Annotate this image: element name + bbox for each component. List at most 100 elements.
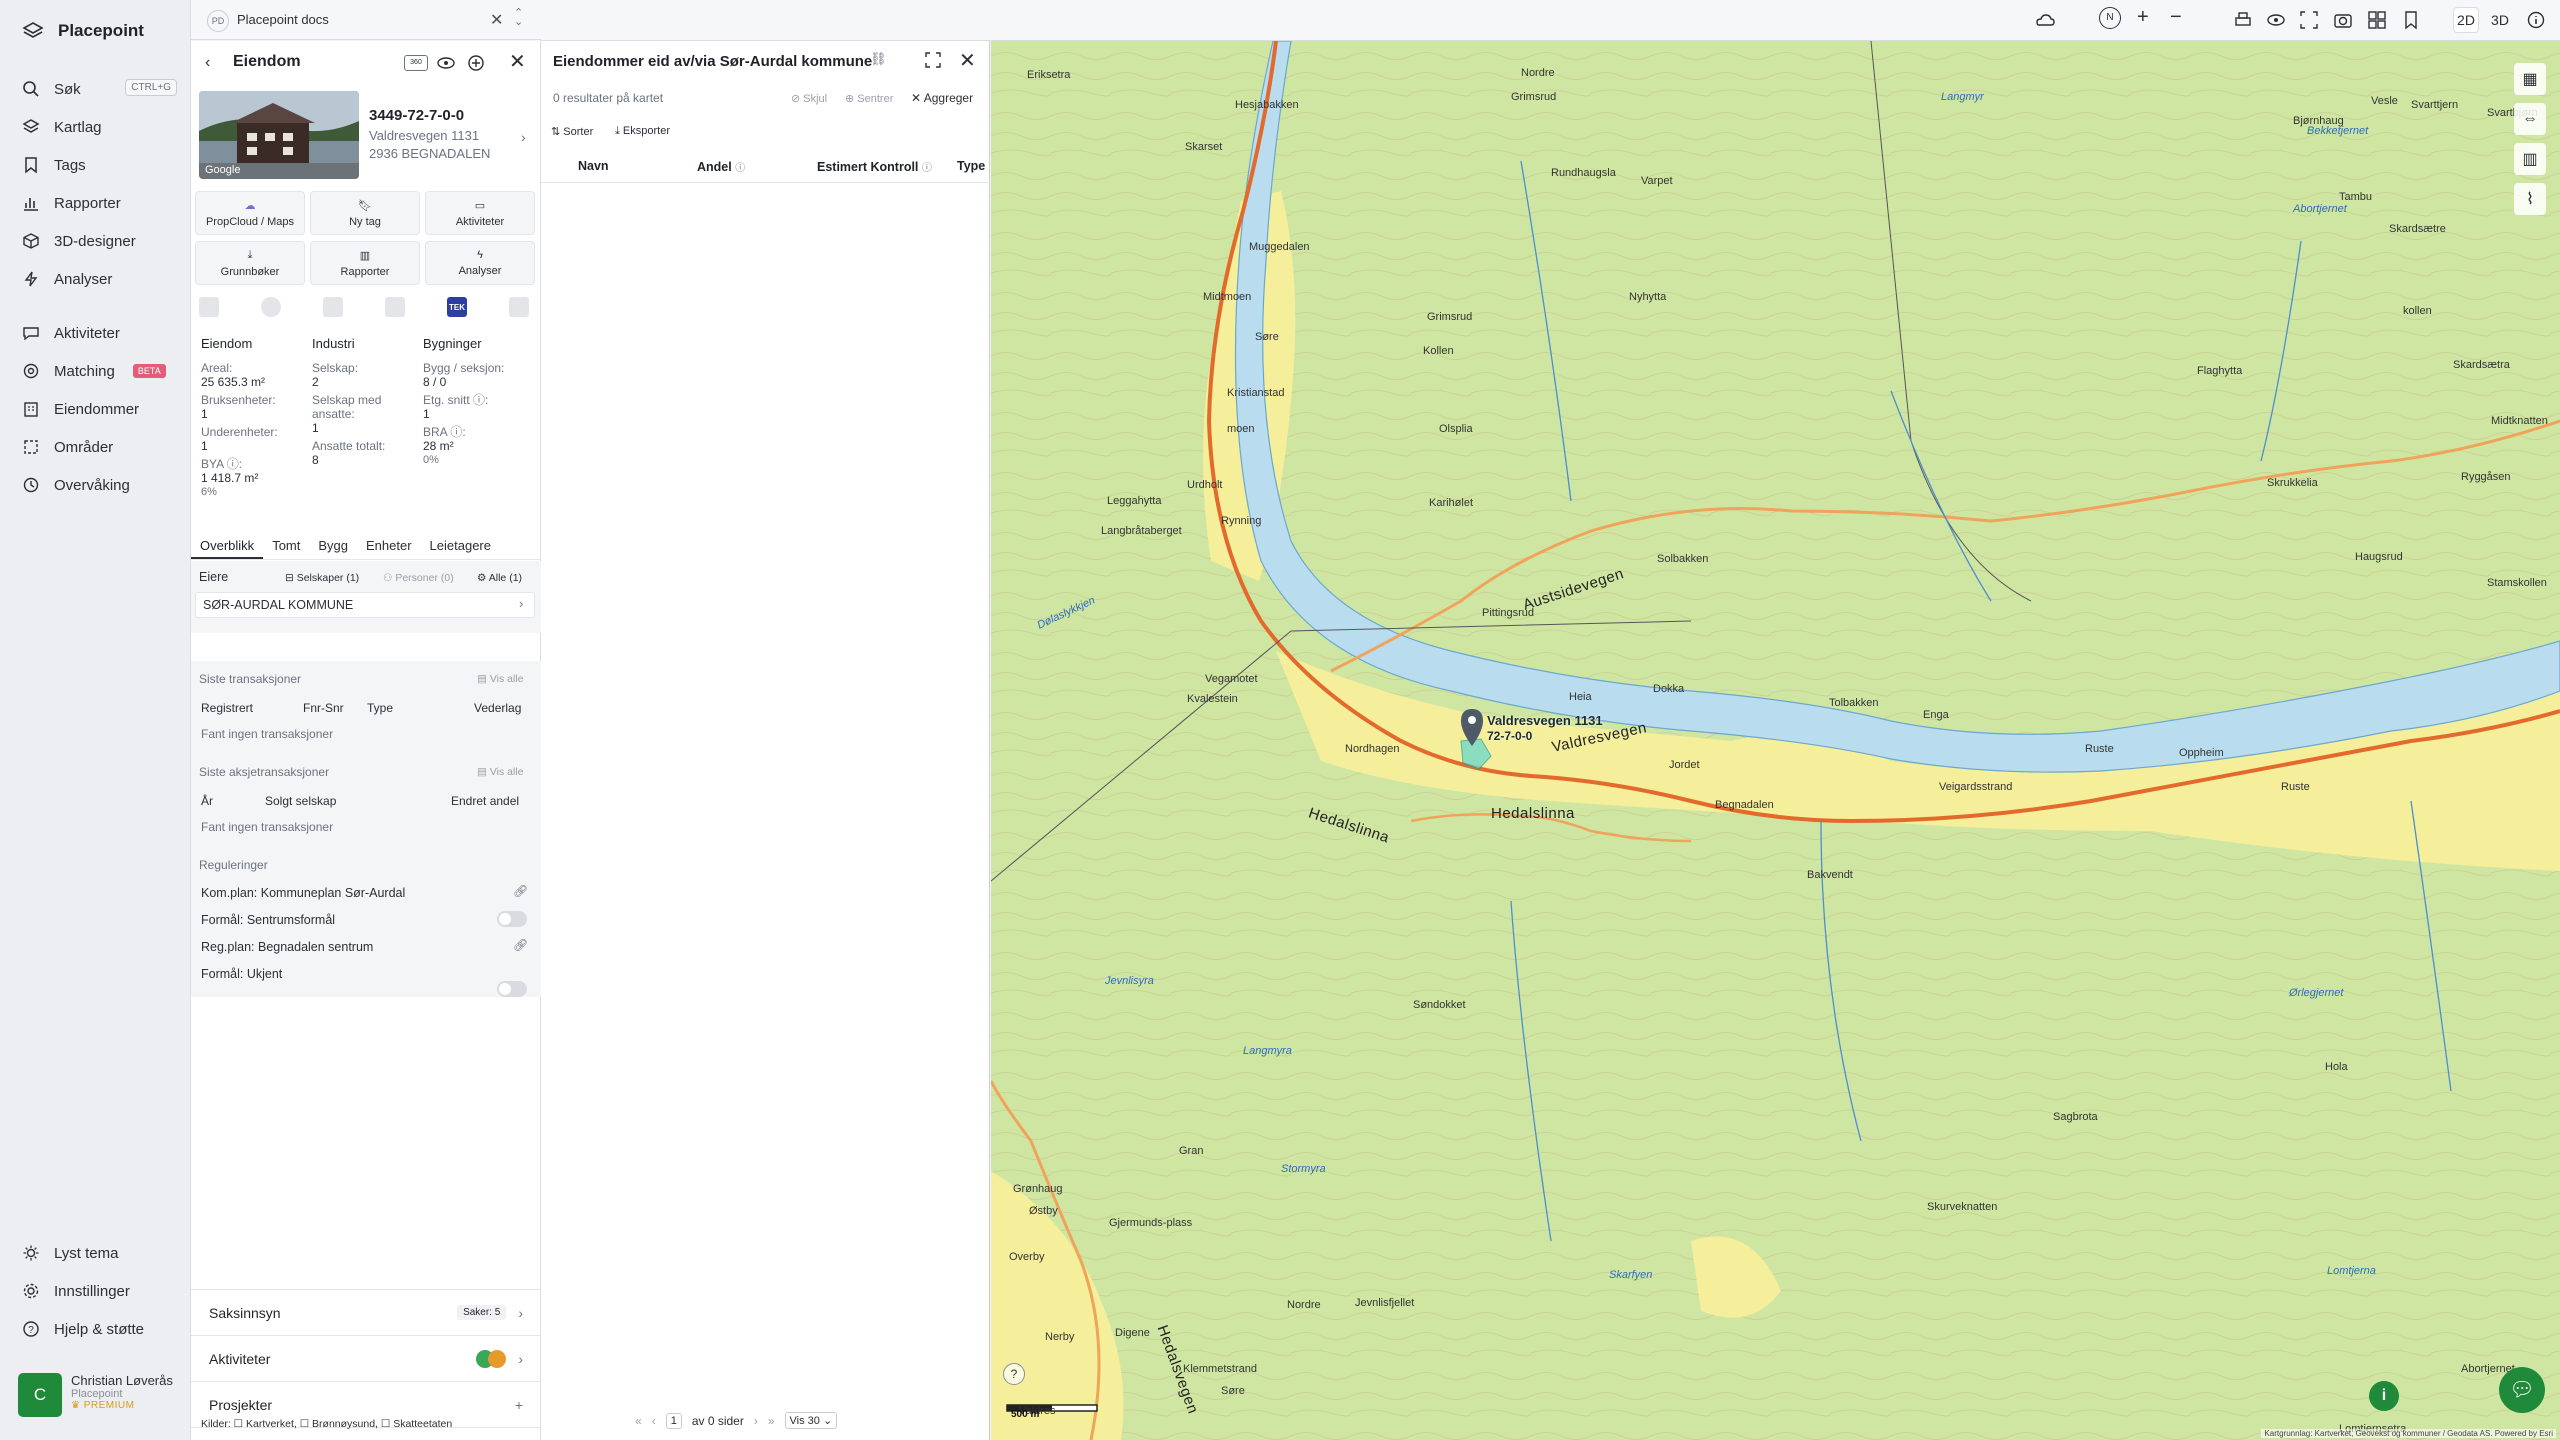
next-page-icon[interactable]: › (754, 1414, 758, 1428)
sidebar-item-light-theme[interactable]: Lyst tema (22, 1240, 177, 1266)
col-estimated-control[interactable]: Estimert Kontroll ⓘ (817, 159, 932, 174)
close-results-icon[interactable]: ✕ (959, 48, 976, 73)
property-photo[interactable]: Google (199, 91, 359, 179)
print-icon[interactable] (2233, 10, 2253, 30)
expand-icon[interactable] (925, 52, 941, 68)
aggregate-button[interactable]: ✕ Aggreger (911, 91, 973, 105)
col-share[interactable]: Andel ⓘ (697, 159, 745, 174)
building-chip-icon[interactable] (385, 297, 405, 317)
page-input[interactable]: 1 (665, 1412, 682, 1429)
center-button[interactable]: ⊕ Sentrer (845, 92, 893, 105)
map-view[interactable]: Eriksetra Nordre Grimsrud Hesjabakken Sk… (991, 41, 2560, 1440)
tab-buildings[interactable]: Bygg (309, 534, 357, 559)
zoom-out-icon[interactable]: − (2170, 6, 2182, 29)
map-chip-icon[interactable] (199, 297, 219, 317)
sidebar-item-tags[interactable]: Tags (22, 152, 177, 178)
sidebar-item-3d-designer[interactable]: 3D-designer (22, 228, 177, 254)
compass-icon[interactable]: N (2099, 7, 2121, 29)
sidebar-item-monitoring[interactable]: Overvåking (22, 472, 177, 498)
chart-tool-icon[interactable]: ▥ (2514, 143, 2546, 175)
add-icon[interactable] (466, 53, 486, 73)
export-button[interactable]: ⤓ Eksporter (615, 125, 670, 138)
place-label: Hola (2325, 1061, 2348, 1073)
info-fab[interactable]: i (2369, 1381, 2399, 1411)
filter-all[interactable]: ⚙ Alle (1) (477, 572, 522, 584)
prev-page-icon[interactable]: ‹ (652, 1414, 656, 1428)
eye-icon[interactable] (436, 54, 456, 72)
chevron-right-icon[interactable]: › (519, 596, 523, 611)
measure-tool-icon[interactable]: ⇔ (2514, 103, 2546, 135)
help-icon[interactable]: ? (1003, 1363, 1025, 1385)
sidebar-item-layers[interactable]: Kartlag (22, 114, 177, 140)
bookmark-icon[interactable] (2401, 10, 2421, 30)
link-icon[interactable]: 🔗︎ (513, 884, 528, 898)
grid-icon[interactable] (2367, 10, 2387, 30)
purpose-toggle-1[interactable] (497, 911, 527, 927)
activities-button[interactable]: ▭ Aktiviteter (425, 191, 535, 235)
case-access-accordion[interactable]: Saksinnsyn Saker: 5 › (191, 1289, 541, 1335)
property-address[interactable]: 3449-72-7-0-0 Valdresvegen 1131 2936 BEG… (369, 107, 490, 163)
reports-button[interactable]: ▥ Rapporter (310, 241, 420, 285)
zoom-in-icon[interactable]: + (2137, 6, 2149, 29)
sidebar-item-reports[interactable]: Rapporter (22, 190, 177, 216)
layer-tool-icon[interactable]: ▦ (2514, 63, 2546, 95)
sidebar-item-properties[interactable]: Eiendommer (22, 396, 177, 422)
filter-persons[interactable]: ⚇ Personer (0) (383, 572, 454, 584)
purpose-toggle-2[interactable] (497, 981, 527, 997)
sort-button[interactable]: ⇅ Sorter (551, 125, 593, 138)
info-icon[interactable] (2526, 10, 2546, 30)
last-page-icon[interactable]: » (768, 1414, 775, 1428)
propcloud-button[interactable]: ☁ PropCloud / Maps (195, 191, 305, 235)
tek-chip[interactable]: TEK (447, 297, 467, 317)
tab-switch-icon[interactable]: ⌃ ⌄ (514, 8, 523, 28)
share-transactions-show-all[interactable]: ▤ Vis alle (477, 766, 524, 778)
col-type[interactable]: Type (957, 159, 985, 173)
sidebar-item-matching[interactable]: Matching BETA (22, 358, 177, 384)
user-profile[interactable]: C Christian Løverås Placepoint ♛ PREMIUM (18, 1373, 178, 1423)
close-tab-icon[interactable]: ✕ (490, 10, 503, 30)
land-registry-button[interactable]: ⤓ Grunnbøker (195, 241, 305, 285)
fullscreen-icon[interactable] (2299, 10, 2319, 30)
sidebar-item-areas[interactable]: Områder (22, 434, 177, 460)
activities-accordion[interactable]: Aktiviteter › (191, 1335, 541, 1381)
tab-plot[interactable]: Tomt (263, 534, 309, 559)
filter-companies[interactable]: ⊟ Selskaper (1) (285, 572, 359, 584)
mode-2d-button[interactable]: 2D (2453, 7, 2479, 33)
brand-logo[interactable]: Placepoint (22, 20, 144, 42)
new-tag-button[interactable]: 🔖︎ Ny tag (310, 191, 420, 235)
col-name[interactable]: Navn (578, 159, 609, 173)
cloud-layer-icon[interactable] (2035, 10, 2055, 30)
eye-icon[interactable] (2266, 10, 2286, 30)
chat-fab[interactable]: 💬︎ (2499, 1367, 2545, 1413)
hide-button[interactable]: ⊘ Skjul (791, 92, 827, 105)
sidebar-item-search[interactable]: Søk CTRL+G (22, 76, 177, 102)
place-label: Ryggåsen (2461, 471, 2511, 483)
map-view-icon[interactable]: 360 (404, 55, 428, 71)
page-size-select[interactable]: Vis 30 ⌄ (784, 1412, 838, 1429)
globe-chip-icon[interactable] (261, 297, 281, 317)
house-chip-icon[interactable] (509, 297, 529, 317)
analyses-button[interactable]: ϟ Analyser (425, 241, 535, 285)
transactions-show-all[interactable]: ▤ Vis alle (477, 673, 524, 685)
tab-units[interactable]: Enheter (357, 534, 421, 559)
tab-overview[interactable]: Overblikk (191, 534, 264, 559)
tab-tenants[interactable]: Leietagere (421, 534, 500, 559)
sidebar-item-help[interactable]: ? Hjelp & støtte (22, 1316, 177, 1342)
button-label: Sentrer (857, 93, 894, 105)
chevron-right-icon[interactable]: › (521, 129, 526, 145)
sidebar-item-activities[interactable]: Aktiviteter (22, 320, 177, 346)
col-registered: Registrert (201, 701, 254, 715)
topographic-map[interactable] (991, 41, 2560, 1440)
mode-3d-button[interactable]: 3D (2487, 7, 2513, 33)
close-panel-icon[interactable]: ✕ (509, 49, 526, 74)
first-page-icon[interactable]: « (635, 1414, 642, 1428)
sidebar-item-settings[interactable]: Innstillinger (22, 1278, 177, 1304)
link-icon[interactable]: ⛓︎ (870, 51, 887, 67)
sidebar-item-analyses[interactable]: Analyser (22, 266, 177, 292)
factory-chip-icon[interactable] (323, 297, 343, 317)
profile-tool-icon[interactable]: ⌇ (2514, 183, 2546, 215)
camera-icon[interactable] (2333, 10, 2353, 30)
back-icon[interactable]: ‹ (205, 54, 210, 72)
link-icon[interactable]: 🔗︎ (513, 938, 528, 952)
workspace-tab[interactable]: PD Placepoint docs ✕ ⌃ ⌄ (191, 0, 541, 40)
